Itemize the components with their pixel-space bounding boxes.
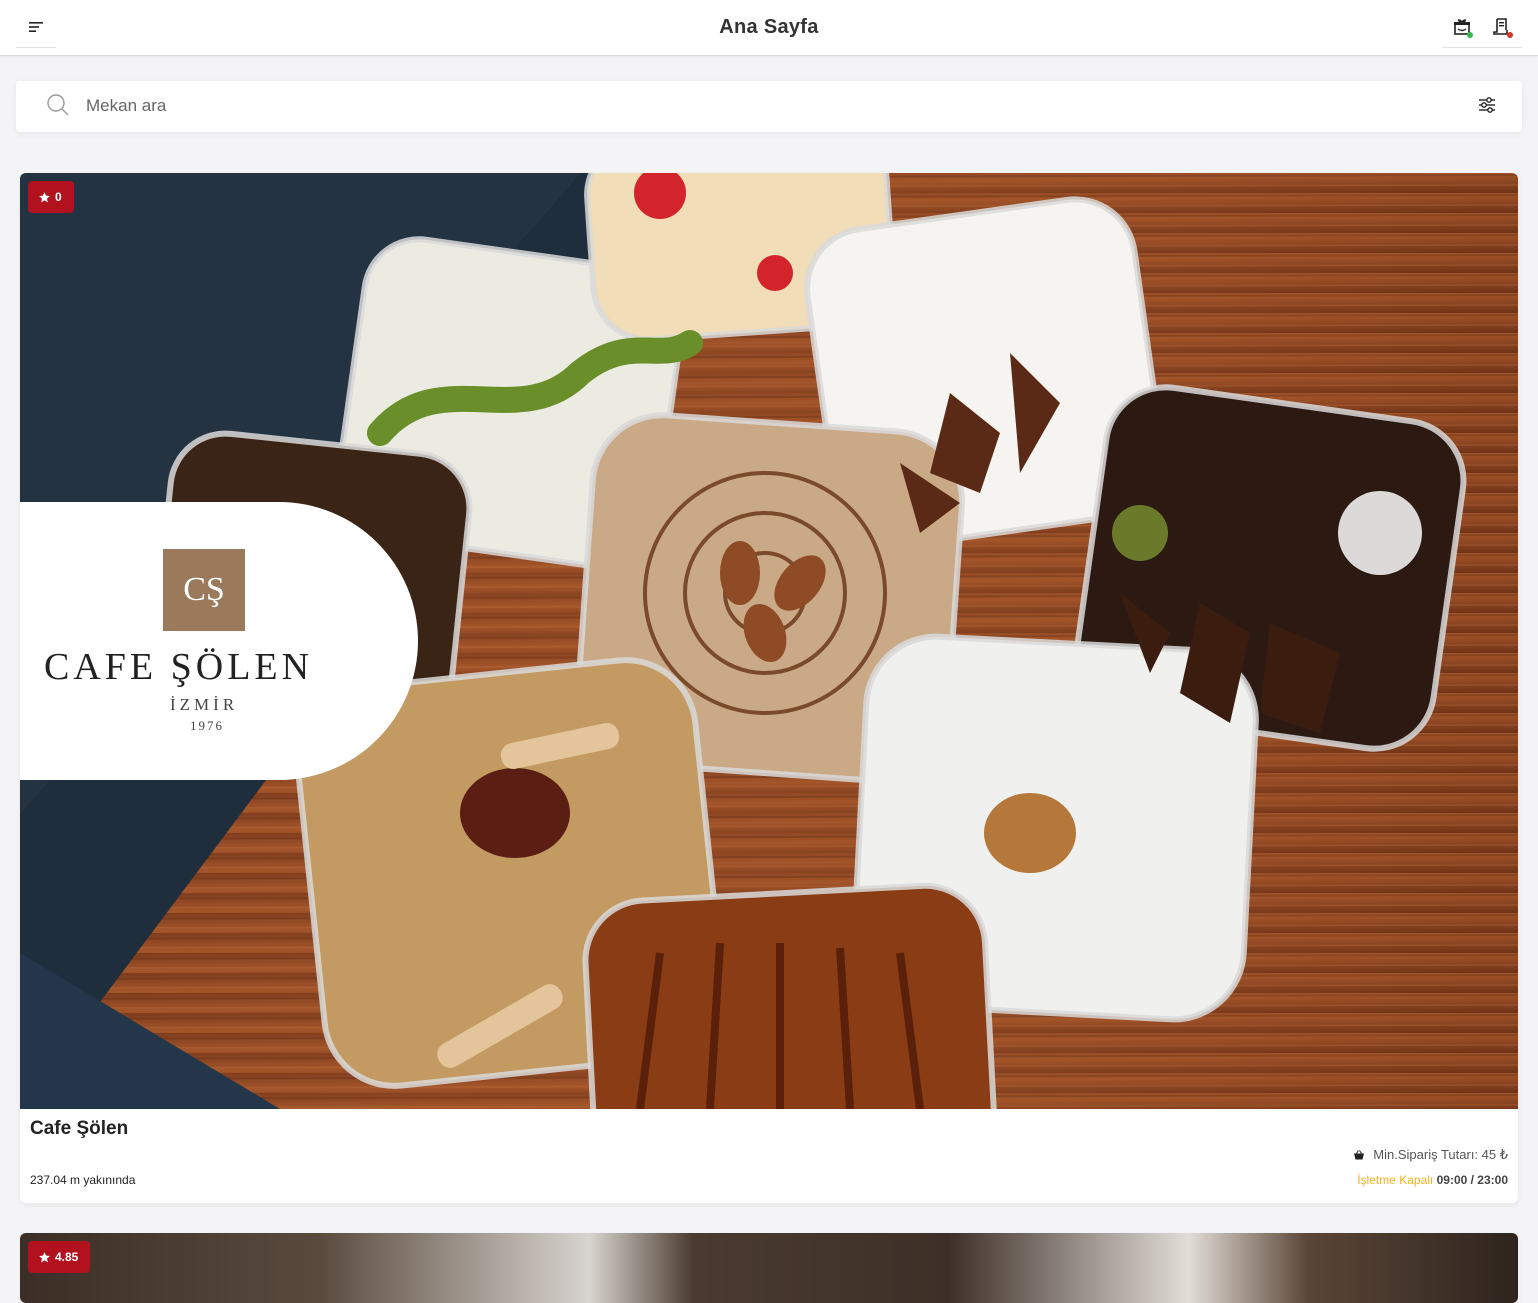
opening-hours: 09:00 / 23:00	[1436, 1173, 1508, 1187]
star-icon	[39, 191, 50, 202]
venue-cover-image[interactable]: CŞ CAFE ŞÖLEN İZMİR 1976 0	[20, 173, 1518, 1109]
search-bar	[16, 81, 1522, 132]
gift-notification-dot	[1467, 31, 1473, 38]
logo-city: İZMİR	[170, 695, 239, 714]
filter-icon[interactable]	[1478, 96, 1496, 114]
logo-monogram: CŞ	[163, 549, 245, 631]
basket-icon	[1354, 1150, 1365, 1160]
rating-value: 4.85	[55, 1250, 79, 1264]
page-title: Ana Sayfa	[719, 16, 819, 38]
min-order-text: Min.Sipariş Tutarı: 45 ₺	[1373, 1147, 1508, 1162]
venue-status: İşletme Kapalı 09:00 / 23:00	[1357, 1173, 1508, 1187]
header-actions	[1442, 6, 1522, 48]
search-icon	[47, 94, 69, 116]
venue-photo	[20, 1233, 1518, 1303]
rating-badge: 4.85	[28, 1241, 91, 1273]
venue-card[interactable]: CŞ CAFE ŞÖLEN İZMİR 1976 0 Cafe Şölen Mi…	[20, 173, 1518, 1203]
venue-distance: 237.04 m yakınında	[30, 1173, 136, 1187]
rating-value: 0	[55, 190, 62, 204]
logo-year: 1976	[190, 718, 224, 733]
search-input[interactable]	[86, 89, 1446, 123]
venue-logo: CŞ CAFE ŞÖLEN İZMİR 1976	[20, 502, 418, 780]
logo-name: CAFE ŞÖLEN	[44, 646, 314, 688]
orders-button[interactable]	[1490, 15, 1514, 39]
venue-cover-image[interactable]: 4.85	[20, 1233, 1518, 1303]
status-closed: İşletme Kapalı	[1357, 1173, 1434, 1187]
star-icon	[39, 1251, 50, 1262]
venue-card[interactable]: 4.85	[20, 1233, 1518, 1303]
rating-badge: 0	[28, 181, 74, 213]
orders-notification-dot	[1507, 31, 1513, 38]
min-order: Min.Sipariş Tutarı: 45 ₺	[1353, 1147, 1508, 1163]
top-app-bar: Ana Sayfa	[0, 0, 1538, 56]
venue-name[interactable]: Cafe Şölen	[30, 1118, 128, 1140]
gift-button[interactable]	[1450, 15, 1474, 39]
